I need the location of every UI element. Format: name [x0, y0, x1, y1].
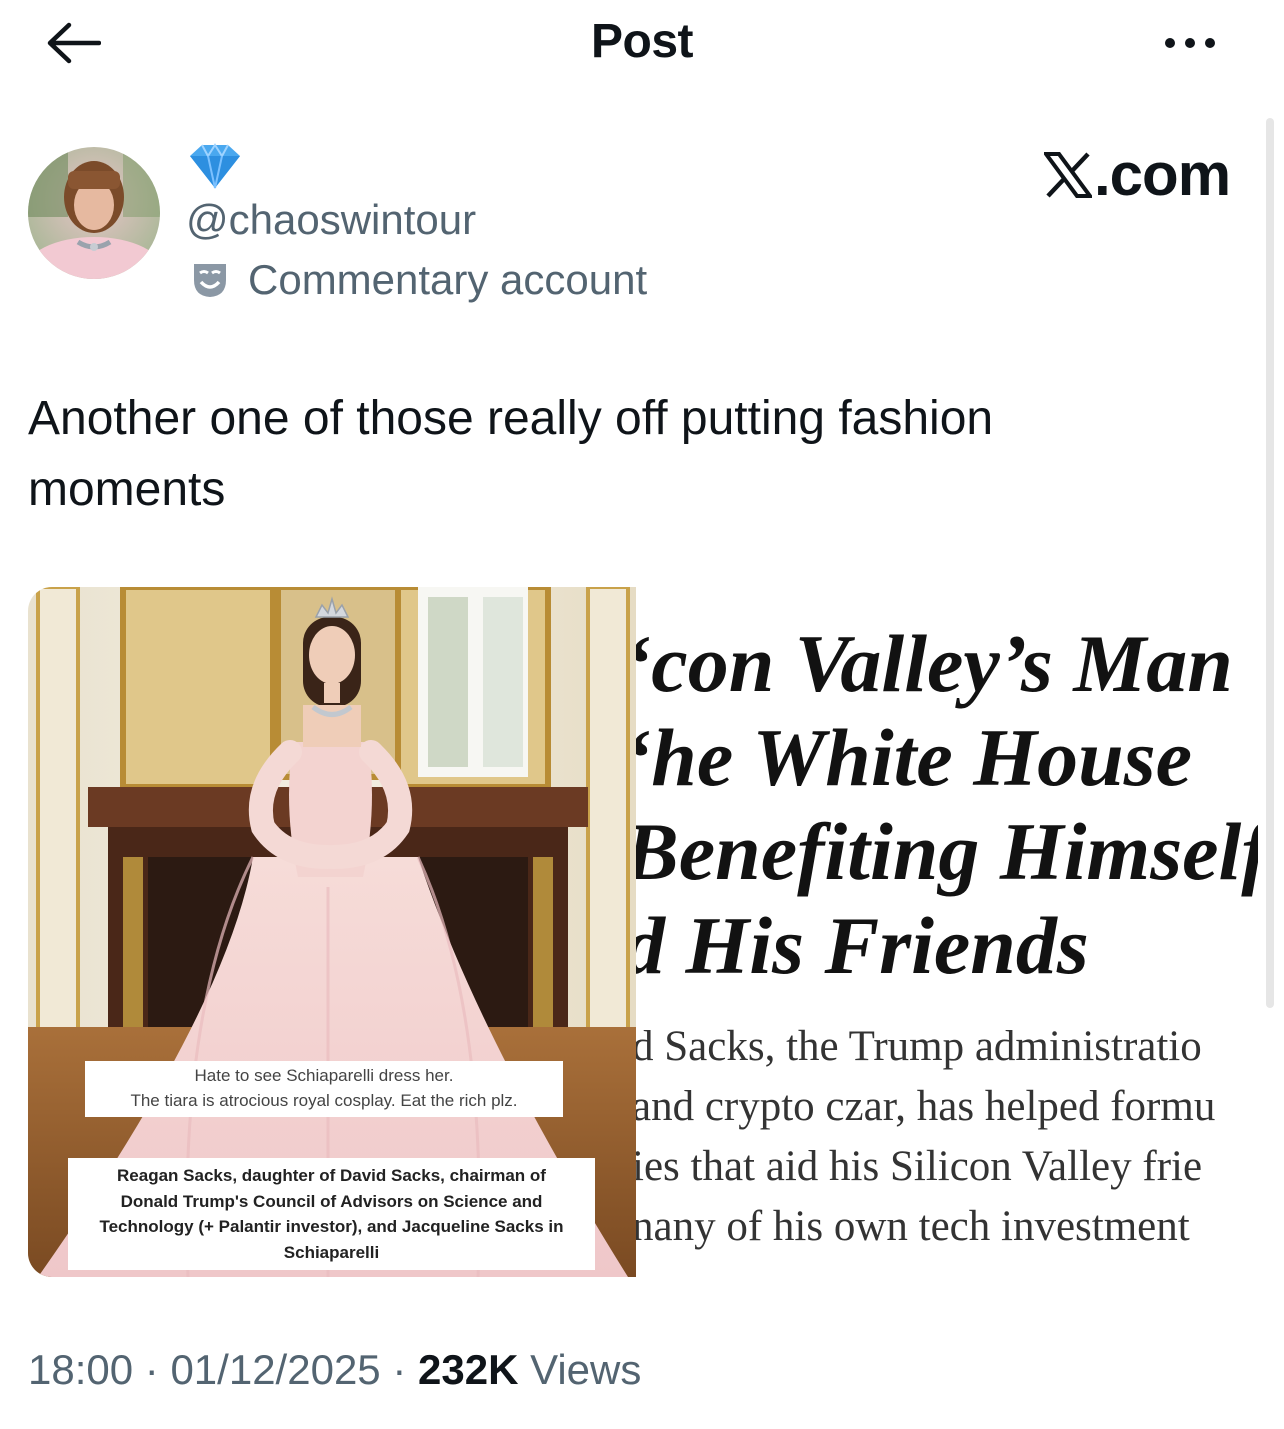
- scrollbar[interactable]: [1266, 118, 1274, 1008]
- page-title: Post: [590, 15, 694, 68]
- views-label[interactable]: Views: [530, 1346, 641, 1393]
- post-date[interactable]: 01/12/2025: [170, 1346, 380, 1393]
- post-time[interactable]: 18:00: [28, 1346, 133, 1393]
- article-headline: ‘con Valley’s Man ‘he White House Benefi…: [636, 618, 1258, 991]
- more-options-button[interactable]: [1150, 28, 1230, 58]
- post-text: Another one of those really off putting …: [28, 392, 994, 516]
- post-meta: 18:00 · 01/12/2025 · 232K Views: [28, 1346, 642, 1393]
- brand-text: .com: [1094, 141, 1231, 208]
- theater-mask-icon: [194, 264, 226, 297]
- diamond-badge: [186, 142, 244, 190]
- account-label-text: Commentary account: [248, 256, 648, 303]
- author-handle[interactable]: @chaoswintour: [186, 196, 476, 244]
- article-deck: d Sacks, the Trump administratio and cry…: [636, 1023, 1216, 1250]
- brand-watermark: .com: [1044, 140, 1231, 209]
- x-logo-icon: [1044, 151, 1092, 198]
- top-bar: Post: [0, 0, 1284, 90]
- image-caption-top: Hate to see Schiaparelli dress her. The …: [85, 1061, 563, 1117]
- account-label: Commentary account: [186, 256, 647, 304]
- image-caption-bottom: Reagan Sacks, daughter of David Sacks, c…: [68, 1158, 595, 1270]
- avatar[interactable]: [28, 147, 160, 279]
- more-horizontal-icon: [1165, 38, 1175, 48]
- post-image-article[interactable]: ‘con Valley’s Man ‘he White House Benefi…: [636, 587, 1258, 1277]
- views-count[interactable]: 232K: [418, 1346, 518, 1393]
- diamond-icon: [190, 143, 240, 189]
